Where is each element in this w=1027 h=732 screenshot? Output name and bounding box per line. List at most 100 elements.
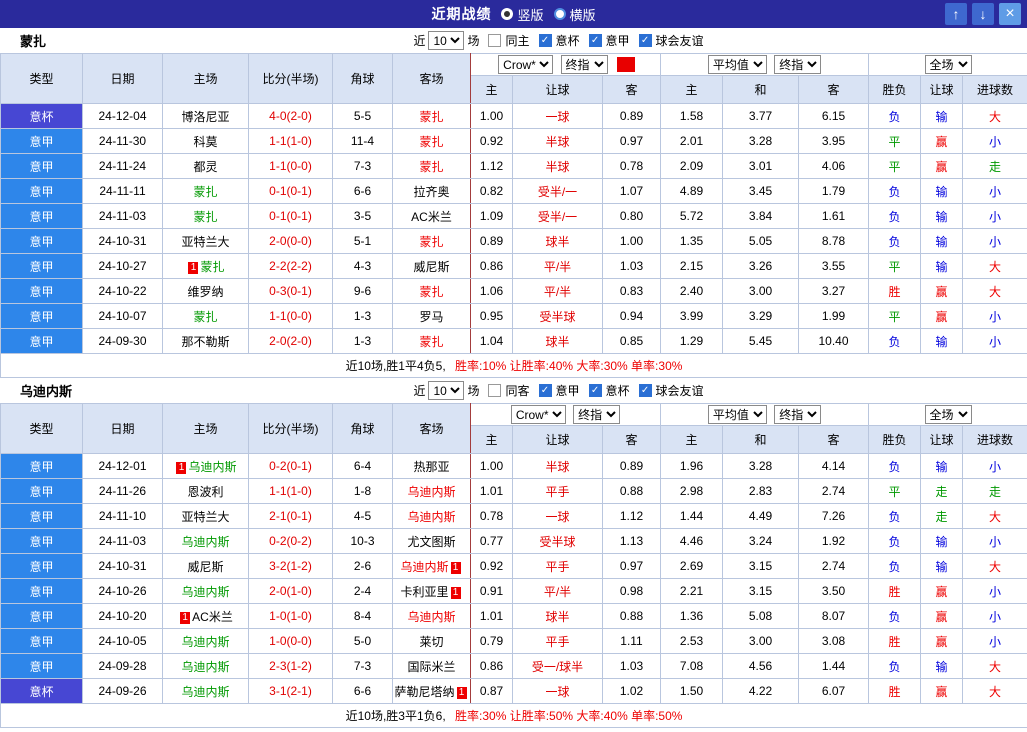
competition-checkbox[interactable]: ✓	[588, 34, 602, 47]
competition-cell: 意甲	[0, 228, 83, 254]
scope-select[interactable]: 全场	[924, 405, 972, 424]
team-label: 拉齐奥	[413, 184, 450, 199]
ah-home-odds: 0.91	[470, 578, 513, 604]
home-team-cell: 1 AC米兰	[162, 603, 249, 629]
bookmaker-select[interactable]: Crow*	[510, 405, 566, 424]
match-count-select[interactable]: 10	[428, 381, 465, 400]
corners-cell: 1-3	[332, 328, 393, 354]
results-table: 类型 日期 主场 比分(半场) 角球 客场 Crow* 终指 平均值 终指 全场…	[0, 403, 1027, 728]
ah-away-odds: 1.07	[602, 178, 661, 204]
ah-home-odds: 0.92	[470, 553, 513, 579]
col-result: 胜负	[868, 425, 922, 454]
competition-cell: 意甲	[0, 503, 83, 529]
score-cell: 1-1(1-0)	[248, 478, 333, 504]
ah-line: 半球	[512, 128, 603, 154]
date-cell: 24-11-30	[82, 128, 163, 154]
match-count-select[interactable]: 10	[428, 31, 465, 50]
ah-line: 一球	[512, 503, 603, 529]
corners-cell: 11-4	[332, 128, 393, 154]
col-type: 类型	[0, 403, 83, 454]
competition-checkbox[interactable]: ✓	[588, 384, 602, 397]
scope-select[interactable]: 全场	[924, 55, 972, 74]
bookmaker-select[interactable]: Crow*	[498, 55, 554, 74]
result-cell: 负	[868, 553, 922, 579]
asian-odds-controls: Crow* 终指	[470, 53, 661, 76]
euro-odds-controls: 平均值 终指	[660, 403, 870, 426]
home-team-cell: 威尼斯	[162, 553, 249, 579]
title-bar: 近期战绩 竖版 横版 ↑ ↓ ×	[0, 0, 1027, 28]
average-select[interactable]: 平均值	[707, 405, 767, 424]
competition-checkbox[interactable]: ✓	[638, 384, 652, 397]
ah-line: 平/半	[512, 253, 603, 279]
move-up-button[interactable]: ↑	[945, 3, 967, 25]
away-team-cell: 卡利亚里 1	[392, 578, 471, 604]
same-venue-checkbox[interactable]	[488, 34, 502, 47]
score-cell: 3-1(2-1)	[248, 678, 333, 704]
eu-draw-odds: 3.26	[722, 253, 799, 279]
date-cell: 24-11-03	[82, 203, 163, 229]
away-team-cell: 乌迪内斯	[392, 503, 471, 529]
layout-vertical-radio[interactable]: 竖版	[501, 5, 544, 24]
move-down-button[interactable]: ↓	[972, 3, 994, 25]
competition-checkbox[interactable]: ✓	[638, 34, 652, 47]
competition-cell: 意甲	[0, 578, 83, 604]
score-cell: 0-3(0-1)	[248, 278, 333, 304]
match-row: 意甲 24-10-05 乌迪内斯 1-0(0-0) 5-0 莱切 0.79 平手 1.11 2.5…	[0, 628, 1027, 654]
match-rows: 意甲 24-12-01 1 乌迪内斯 0-2(0-1) 6-4 热那亚 1.00 半球 0.89 1…	[0, 453, 1027, 704]
ah-home-odds: 1.01	[470, 603, 513, 629]
eu-away-odds: 3.50	[798, 578, 870, 604]
competition-cell: 意甲	[0, 278, 83, 304]
title-group: 近期战绩 竖版 横版	[431, 4, 595, 24]
home-team-cell: 乌迪内斯	[162, 628, 249, 654]
eu-home-odds: 1.44	[660, 503, 724, 529]
final-odds-select[interactable]: 终指	[774, 405, 822, 424]
away-team-cell: 热那亚	[392, 453, 471, 479]
eu-home-odds: 4.89	[660, 178, 723, 204]
vertical-label: 竖版	[517, 7, 544, 23]
home-team-cell: 维罗纳	[162, 278, 249, 304]
competition-checkbox[interactable]: ✓	[538, 34, 552, 47]
result-cell: 平	[868, 478, 922, 504]
summary-row: 近10场,胜3平1负6, 胜率:30% 让胜率:50% 大率:40% 单率:50…	[0, 703, 1027, 728]
competition-checkbox[interactable]: ✓	[538, 384, 552, 397]
match-row: 意甲 24-11-03 蒙扎 0-1(0-1) 3-5 AC米兰 1.09 受半/一 0.80 5…	[0, 203, 1027, 229]
eu-away-odds: 7.26	[798, 503, 870, 529]
red-card-badge: 1	[188, 261, 199, 274]
average-select[interactable]: 平均值	[707, 55, 767, 74]
handicap-result-cell: 输	[920, 553, 964, 579]
eu-draw-odds: 3.84	[722, 203, 799, 229]
eu-home-odds: 1.58	[660, 103, 723, 129]
ah-away-odds: 0.78	[602, 153, 661, 179]
match-row: 意甲 24-10-31 亚特兰大 2-0(0-0) 5-1 蒙扎 0.89 球半 1.00 1.3…	[0, 228, 1027, 254]
goals-result-cell: 小	[962, 228, 1027, 254]
handicap-result-cell: 输	[920, 178, 964, 204]
eu-away-odds: 6.07	[798, 678, 870, 704]
col-away: 客场	[392, 403, 471, 454]
ah-line: 平手	[512, 553, 603, 579]
ah-away-odds: 0.98	[601, 578, 662, 604]
close-button[interactable]: ×	[999, 3, 1021, 25]
final-odds-select[interactable]: 终指	[774, 55, 822, 74]
competition-cell: 意甲	[0, 203, 83, 229]
ah-away-odds: 1.02	[601, 678, 662, 704]
date-cell: 24-11-10	[82, 503, 163, 529]
ah-line: 受半/一	[512, 203, 603, 229]
goals-result-cell: 小	[962, 178, 1027, 204]
team-label: 蒙扎	[200, 259, 225, 274]
final-odds-select[interactable]: 终指	[560, 55, 608, 74]
result-cell: 负	[868, 503, 922, 529]
score-cell: 2-0(1-0)	[248, 578, 333, 604]
ah-away-odds: 0.89	[601, 453, 662, 479]
team-label: 那不勒斯	[181, 334, 230, 349]
result-cell: 胜	[868, 278, 922, 304]
ah-away-odds: 0.80	[602, 203, 661, 229]
same-venue-checkbox[interactable]	[488, 384, 502, 397]
col-ah-line: 让球	[512, 425, 603, 454]
team-label: 热那亚	[413, 459, 450, 474]
eu-away-odds: 1.92	[798, 528, 870, 554]
layout-horizontal-radio[interactable]: 横版	[553, 5, 596, 24]
col-score: 比分(半场)	[248, 53, 333, 104]
col-corners: 角球	[332, 53, 393, 104]
final-odds-select[interactable]: 终指	[573, 405, 621, 424]
eu-draw-odds: 5.45	[722, 328, 799, 354]
